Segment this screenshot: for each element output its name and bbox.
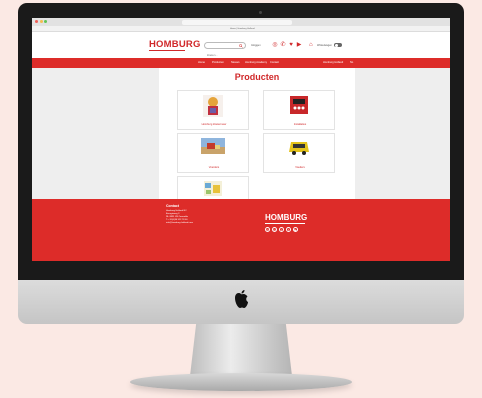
facebook-icon[interactable]: f [286, 227, 291, 232]
footer-address-line: Energieweg 3 [166, 213, 180, 215]
footer-logo-text: HOMBURG [265, 213, 308, 222]
product-card-label: Voeders [295, 166, 305, 169]
linkedin-icon[interactable]: in [272, 227, 277, 232]
nav-item-producten[interactable]: Producten [212, 58, 224, 68]
nav-item-contact[interactable]: Contact [270, 58, 279, 68]
cart-link[interactable]: Winkelwagen [317, 44, 332, 47]
maximize-window-button[interactable] [44, 20, 47, 23]
nav-item-nieuws[interactable]: Nieuws [231, 58, 240, 68]
nav-item-academy[interactable]: Homburg Academy [245, 58, 267, 68]
site-logo-text: HOMBURG [149, 39, 201, 50]
site-footer: Contact Homburg Holland BV Energieweg 3 … [32, 199, 450, 261]
product-card[interactable]: Installaties [263, 90, 335, 130]
twitter-icon[interactable]: t [279, 227, 284, 232]
page-title: Producten [234, 72, 280, 82]
footer-logo-underline [265, 223, 305, 224]
main-nav: Home Producten Nieuws Homburg Academy Co… [32, 58, 450, 68]
product-card[interactable]: Voerders [177, 133, 249, 173]
search-icon[interactable] [239, 44, 243, 48]
footer-social-icons: ◎ in t f ▶ [265, 227, 298, 232]
twitter-icon[interactable]: ♥ [288, 42, 294, 48]
product-card-label: Homburg Zoetermeer [201, 123, 227, 126]
footer-email[interactable]: info@homburg-holland.com [166, 222, 193, 224]
camera-icon [259, 11, 262, 14]
language-selector[interactable]: NL [350, 58, 353, 68]
footer-contact-title: Contact [166, 204, 180, 208]
product-image [204, 181, 222, 196]
login-link[interactable]: Inloggen [251, 44, 261, 47]
product-image [203, 95, 223, 117]
close-window-button[interactable] [35, 20, 38, 23]
footer-address-line: NL-3891 XB Zeewolde [166, 216, 189, 218]
youtube-icon[interactable]: ▶ [293, 227, 298, 232]
address-bar[interactable]: www.homburg-holland.com [182, 19, 292, 34]
instagram-icon[interactable]: ◎ [265, 227, 270, 232]
footer-address-line: Homburg Holland BV [166, 210, 187, 212]
apple-logo-icon [235, 290, 248, 308]
minimize-window-button[interactable] [39, 20, 43, 23]
product-card-label: Voerders [208, 166, 220, 169]
imac-stand-base [130, 373, 352, 391]
search-box [204, 42, 246, 58]
product-image [201, 138, 225, 154]
footer-phone[interactable]: T: +31(0)36 522 78 00 [166, 219, 187, 221]
nav-item-company[interactable]: Homburg Holland [323, 58, 343, 68]
youtube-icon[interactable]: ▶ [296, 42, 302, 48]
site-header: HOMBURG Inloggen ◎ ✆ ♥ ▶ ⌂ Winkelwagen [32, 32, 450, 58]
cart-icon[interactable]: ⌂ [309, 42, 313, 48]
product-card[interactable]: Homburg Zoetermeer [177, 90, 249, 130]
product-image [289, 142, 309, 155]
browser-window: www.homburg-holland.com Home | Homburg H… [32, 18, 450, 261]
nav-item-home[interactable]: Home [198, 58, 205, 68]
header-social-icons: ◎ ✆ ♥ ▶ [272, 42, 302, 48]
product-card[interactable]: Voeders [263, 133, 335, 173]
main-content: Producten Homburg Zoetermeer Installatie… [32, 68, 450, 216]
product-section: Producten Homburg Zoetermeer Installatie… [159, 68, 355, 216]
product-image [290, 96, 308, 114]
browser-tab-bar: www.homburg-holland.com [32, 18, 450, 34]
footer-logo[interactable]: HOMBURG [265, 213, 308, 224]
site-logo[interactable]: HOMBURG [149, 39, 201, 51]
window-controls [35, 20, 47, 23]
phone-icon[interactable]: ✆ [280, 42, 286, 48]
imac-stand [190, 324, 292, 376]
product-card-label: Installaties [293, 123, 307, 126]
logo-underline [149, 50, 185, 51]
theme-toggle[interactable] [334, 43, 342, 47]
instagram-icon[interactable]: ◎ [272, 42, 278, 48]
